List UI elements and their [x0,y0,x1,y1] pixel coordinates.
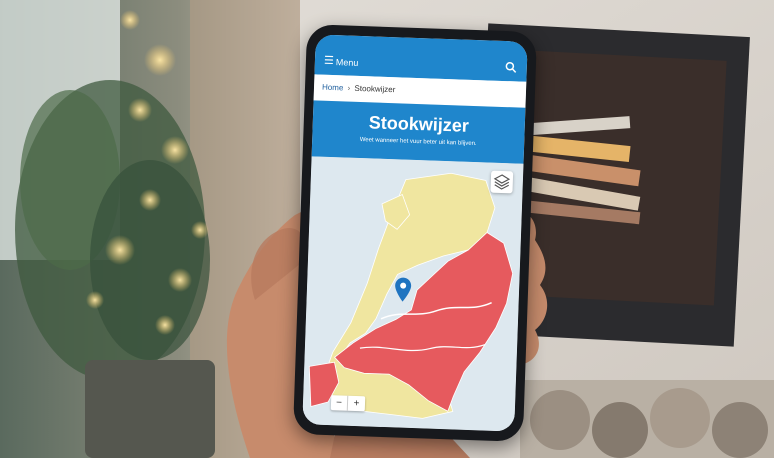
smartphone: ☰ Menu Home › Stookwijzer Stookwijzer We… [292,24,538,442]
menu-label[interactable]: Menu [336,57,359,68]
search-icon[interactable] [505,61,517,73]
netherlands-map[interactable] [302,156,524,432]
breadcrumb-current: Stookwijzer [354,83,396,95]
breadcrumb-home[interactable]: Home [322,83,344,93]
layers-icon [493,174,511,190]
phone-screen: ☰ Menu Home › Stookwijzer Stookwijzer We… [302,34,528,432]
firewood-logs [520,380,774,458]
zoom-in-button[interactable]: + [348,396,366,412]
page-header: Stookwijzer Weet wanneer het vuur beter … [311,100,526,164]
breadcrumb-separator: › [347,83,351,93]
plant-pot [85,360,215,458]
layers-button[interactable] [490,170,514,194]
hamburger-icon[interactable]: ☰ [324,55,334,67]
map-view[interactable]: − + [302,156,524,432]
photo-scene: ☰ Menu Home › Stookwijzer Stookwijzer We… [0,0,774,458]
zoom-control: − + [330,395,366,412]
page-title: Stookwijzer [368,112,470,136]
zoom-out-button[interactable]: − [330,395,349,411]
